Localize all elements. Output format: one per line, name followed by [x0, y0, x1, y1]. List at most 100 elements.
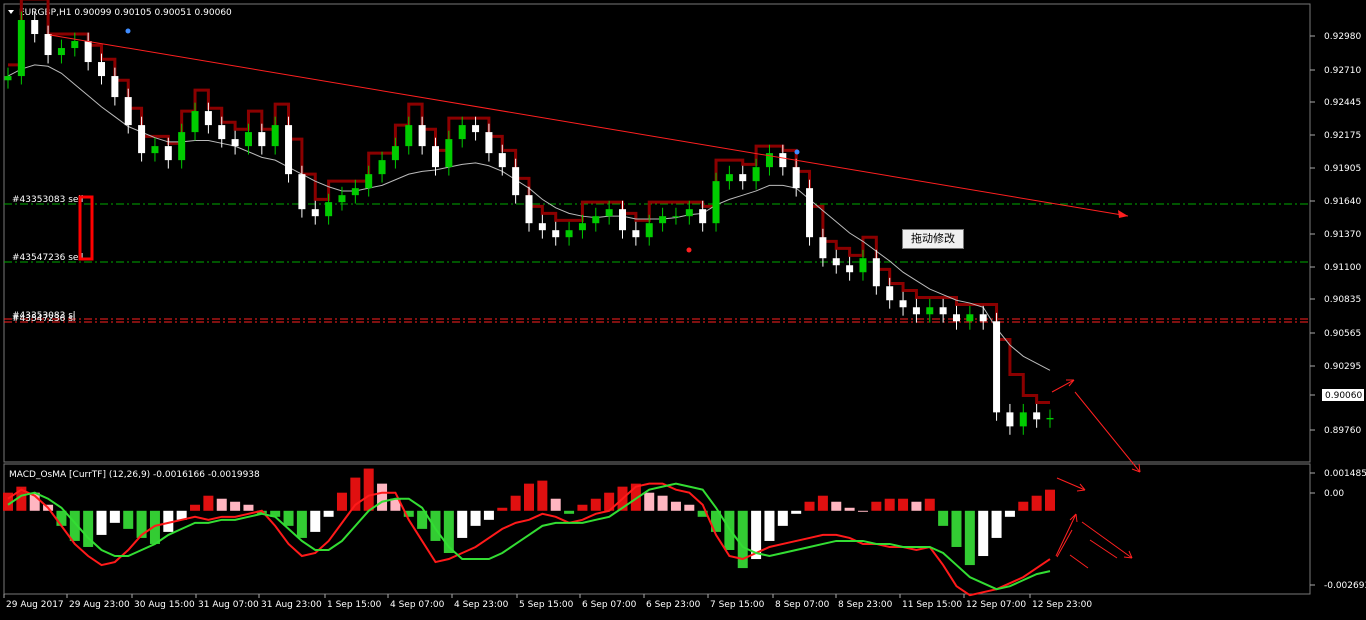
main-window-header: EURGBP,H1 0.90099 0.90105 0.90051 0.9006…: [19, 8, 232, 18]
candle-body: [926, 307, 934, 315]
candle-body: [552, 230, 560, 238]
candle-body: [151, 146, 159, 154]
macd-histogram-bar: [230, 501, 241, 511]
candle-body: [565, 230, 573, 238]
time-axis-label: 29 Aug 23:00: [69, 600, 130, 610]
macd-histogram-bar: [938, 510, 949, 526]
macd-histogram-bar: [550, 498, 561, 511]
indicator-window-header: MACD_OsMA [CurrTF] (12,26,9) -0.0016166 …: [9, 470, 260, 480]
candle-body: [498, 153, 506, 168]
candle-body: [619, 209, 627, 231]
candle-body: [31, 20, 39, 35]
macd-histogram-bar: [123, 510, 134, 529]
candle-body: [659, 216, 667, 224]
macd-histogram-bar: [817, 495, 828, 511]
macd-histogram-bar: [283, 510, 294, 526]
candle-body: [752, 167, 760, 182]
candle-body: [685, 209, 693, 217]
macd-histogram-bar: [203, 495, 214, 511]
macd-histogram-bar: [684, 504, 695, 511]
candle-body: [458, 125, 466, 140]
trend-line[interactable]: [49, 34, 1129, 217]
candle-body: [164, 146, 172, 161]
price-axis-label: 0.91100: [1324, 263, 1361, 273]
macd-histogram-bar: [190, 504, 201, 511]
macd-histogram-bar: [777, 510, 788, 526]
macd-histogram-bar: [898, 498, 909, 511]
chart-canvas[interactable]: EURGBP,H1 0.90099 0.90105 0.90051 0.9006…: [0, 0, 1366, 616]
time-axis-label: 6 Sep 23:00: [646, 600, 701, 610]
time-axis-label: 31 Aug 23:00: [261, 600, 322, 610]
macd-histogram-bar: [430, 510, 441, 541]
macd-histogram-bar: [857, 510, 868, 512]
macd-histogram-bar: [216, 498, 227, 511]
candle-body: [285, 125, 293, 175]
candle-body: [258, 132, 266, 147]
macd-histogram-bar: [670, 501, 681, 511]
window-menu-icon[interactable]: [8, 10, 14, 14]
price-axis-label: 0.91370: [1324, 230, 1361, 240]
indicator-axis: 0.001485 0.00 -0.002693: [1310, 469, 1366, 591]
time-axis-label: 7 Sep 15:00: [710, 600, 765, 610]
candle-body: [525, 195, 533, 224]
drag-tooltip: 拖动修改: [902, 229, 964, 249]
macd-histogram-bar: [791, 510, 802, 514]
time-axis-label: 1 Sep 15:00: [327, 600, 382, 610]
candle-body: [605, 209, 613, 217]
candle-body: [311, 209, 319, 217]
candle-body: [4, 76, 12, 81]
macd-histogram-bar: [590, 498, 601, 511]
signal-dot-3: [686, 247, 692, 253]
macd-histogram-bar: [1045, 489, 1055, 511]
macd-plot: [3, 468, 1055, 597]
sl-label-2: #43547236 sl: [12, 314, 75, 324]
price-axis-label: 0.92445: [1324, 98, 1361, 108]
candle-body: [859, 258, 867, 273]
price-axis-label: 0.90835: [1324, 295, 1361, 305]
candle-body: [218, 125, 226, 140]
candle-body: [1033, 412, 1041, 420]
macd-histogram-bar: [924, 498, 935, 511]
macd-histogram-bar: [964, 510, 975, 566]
order-label-1: #43353083 sell: [12, 195, 83, 205]
price-axis: 0.92980 0.92710 0.92445 0.92175 0.91905 0.916…: [1310, 32, 1361, 436]
candle-body: [84, 41, 92, 63]
macd-histogram-bar: [991, 510, 1002, 538]
candle-body: [485, 132, 493, 154]
candle-body: [378, 160, 386, 175]
macd-histogram-bar: [537, 480, 548, 511]
projection-arrows: [1051, 379, 1141, 569]
candle-body: [672, 216, 680, 218]
candle-body: [739, 174, 747, 182]
signal-dot-1: [125, 28, 131, 34]
price-axis-label: 0.91905: [1324, 164, 1361, 174]
candle-body: [966, 314, 974, 322]
macd-histogram-bar: [109, 510, 120, 523]
candle-body: [325, 202, 333, 217]
indicator-axis-label: 0.001485: [1324, 469, 1366, 479]
candle-body: [712, 181, 720, 224]
macd-histogram-bar: [510, 495, 521, 511]
time-axis-label: 12 Sep 23:00: [1032, 600, 1092, 610]
candle-body: [979, 314, 987, 322]
macd-histogram-bar: [884, 498, 895, 511]
candle-body: [244, 132, 252, 147]
candle-body: [472, 125, 480, 133]
indicator-axis-label: 0.00: [1324, 489, 1344, 499]
candle-body: [1019, 412, 1027, 427]
candle-body: [939, 307, 947, 315]
time-axis-label: 11 Sep 15:00: [902, 600, 962, 610]
candle-body: [365, 174, 373, 189]
price-axis-label: 0.92175: [1324, 131, 1361, 141]
macd-histogram-bar: [470, 510, 481, 526]
annotation-rectangle[interactable]: [78, 195, 94, 261]
macd-histogram-bar: [363, 468, 374, 511]
candle-body: [538, 223, 546, 231]
price-axis-label: 0.89760: [1324, 426, 1361, 436]
macd-histogram-bar: [564, 510, 575, 514]
chart-terminal: EURGBP,H1 0.90099 0.90105 0.90051 0.9006…: [0, 0, 1366, 616]
candle-body: [351, 188, 359, 196]
macd-histogram-bar: [336, 492, 347, 511]
candle-body: [952, 314, 960, 322]
candle-body: [17, 20, 25, 77]
